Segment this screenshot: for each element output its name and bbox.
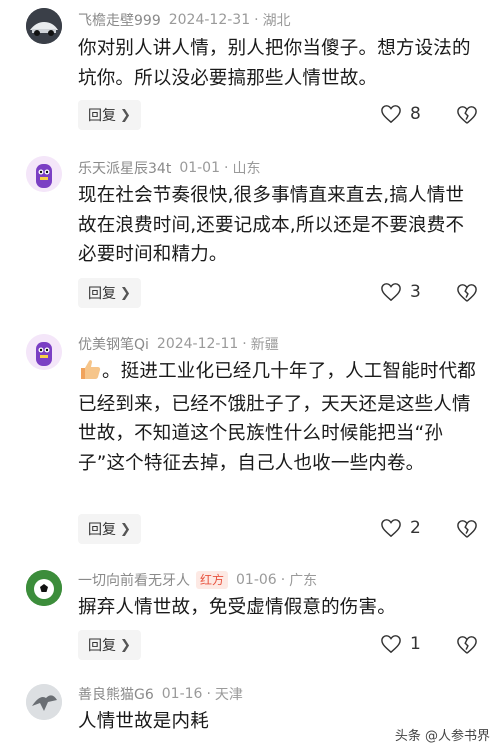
date: 01-01: [179, 160, 220, 176]
like-button[interactable]: 2: [380, 518, 421, 538]
dislike-button[interactable]: [456, 519, 478, 543]
reply-label: 回复: [88, 108, 116, 124]
heart-icon: [381, 283, 401, 302]
location: 山东: [232, 161, 261, 177]
chevron-right-icon: ❯: [120, 521, 131, 537]
dot-separator: ·: [280, 572, 286, 588]
like-button[interactable]: 8: [380, 104, 421, 124]
reply-button[interactable]: 回复 ❯: [78, 514, 141, 544]
bird-avatar[interactable]: [26, 684, 62, 720]
reply-button[interactable]: 回复 ❯: [78, 278, 141, 308]
comment-meta: 乐天派星辰34t 01-01 · 山东: [78, 158, 260, 178]
dislike-button[interactable]: [456, 635, 478, 659]
location: 湖北: [262, 13, 291, 29]
username[interactable]: 飞檐走壁999: [78, 10, 161, 30]
dot-separator: ·: [242, 336, 247, 352]
broken-heart-icon: [457, 284, 477, 302]
watermark: 头条 @人参书界: [395, 725, 490, 744]
comment-text: 你对别人讲人情，别人把你当傻子。想方设法的坑你。所以没必要搞那些人情世故。: [78, 38, 471, 89]
reply-button[interactable]: 回复 ❯: [78, 100, 141, 130]
broken-heart-icon: [457, 520, 477, 538]
location: 新疆: [250, 337, 279, 353]
comment-meta: 一切向前看无牙人 红方 01-06 · 广东: [78, 570, 317, 590]
username[interactable]: 善良熊猫G6: [78, 684, 154, 704]
chevron-right-icon: ❯: [120, 637, 131, 653]
comment-meta: 善良熊猫G6 01-16 · 天津: [78, 684, 243, 704]
username[interactable]: 一切向前看无牙人: [78, 570, 190, 590]
comment-text: 摒弃人情世故，免受虚情假意的伤害。: [78, 597, 396, 618]
comment-meta: 优美钢笔Qi 2024-12-11 · 新疆: [78, 334, 279, 354]
location: 广东: [289, 573, 318, 589]
watermark-text: 头条 @人参书界: [394, 729, 490, 744]
dot-separator: ·: [224, 160, 229, 176]
chevron-right-icon: ❯: [120, 285, 131, 301]
comment-text-body: 。挺进工业化已经几十年了，人工智能时代都已经到来，已经不饿肚子了，天天还是这些人…: [78, 361, 477, 474]
like-count: 1: [410, 634, 421, 654]
dislike-button[interactable]: [456, 105, 478, 129]
purple-monster-avatar[interactable]: [26, 156, 62, 192]
username[interactable]: 优美钢笔Qi: [78, 334, 149, 354]
dislike-button[interactable]: [456, 283, 478, 307]
reply-button[interactable]: 回复 ❯: [78, 630, 141, 660]
reply-label: 回复: [88, 638, 116, 654]
date: 01-16: [161, 686, 203, 702]
comment-text: 。挺进工业化已经几十年了，人工智能时代都已经到来，已经不饿肚子了，天天还是这些人…: [78, 357, 478, 478]
comment-meta: 飞檐走壁999 2024-12-31 · 湖北: [78, 10, 291, 30]
username[interactable]: 乐天派星辰34t: [78, 158, 171, 178]
like-count: 2: [410, 518, 421, 538]
car-avatar[interactable]: [26, 8, 62, 44]
heart-icon: [381, 519, 401, 538]
location: 天津: [214, 687, 243, 703]
dot-separator: ·: [206, 686, 211, 702]
date: 2024-12-11: [156, 336, 239, 352]
like-count: 3: [410, 282, 421, 302]
faction-badge: 红方: [196, 571, 229, 589]
broken-heart-icon: [457, 636, 477, 654]
dot-separator: ·: [254, 12, 259, 28]
reply-label: 回复: [88, 286, 116, 302]
soccer-ball-avatar[interactable]: [26, 570, 62, 606]
thumbs-up-emoji-icon: [78, 358, 102, 390]
like-button[interactable]: 1: [380, 634, 421, 654]
chevron-right-icon: ❯: [120, 107, 131, 123]
date: 01-06: [236, 572, 277, 588]
like-button[interactable]: 3: [380, 282, 421, 302]
heart-icon: [381, 635, 401, 654]
reply-label: 回复: [88, 522, 116, 538]
date: 2024-12-31: [168, 12, 251, 28]
like-count: 8: [410, 104, 421, 124]
comment-text: 现在社会节奏很快,很多事情直来直去,搞人情世故在浪费时间,还要记成本,所以还是不…: [78, 185, 465, 265]
purple-monster-avatar[interactable]: [26, 334, 62, 370]
heart-icon: [381, 105, 401, 124]
broken-heart-icon: [457, 106, 477, 124]
